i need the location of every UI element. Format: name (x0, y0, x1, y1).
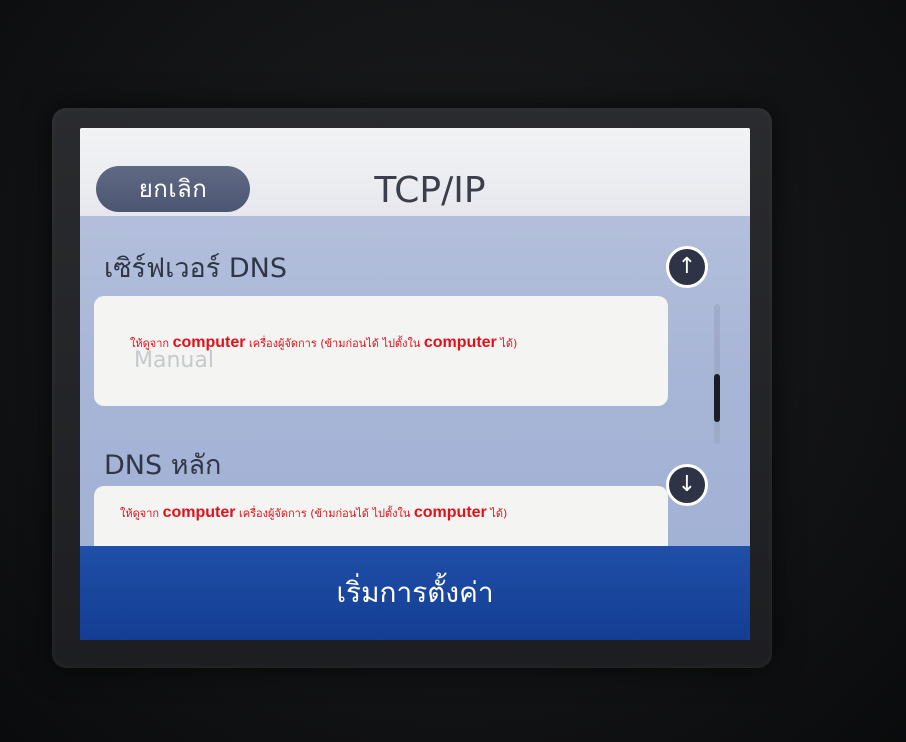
annotation-bold: computer (172, 334, 246, 351)
annotation-prefix: ให้ดูจาก (120, 507, 160, 520)
arrow-up-icon: ↑ (677, 254, 697, 279)
annotation-middle: เครื่องผู้จัดการ (ข้ามก่อนได้ ไปตั้งใน (248, 337, 421, 350)
page-title: TCP/IP (374, 170, 486, 211)
settings-list: เซิร์ฟเวอร์ DNS Manual ให้ดูจาก computer… (80, 216, 750, 556)
annotation-bold: computer (423, 334, 497, 351)
primary-dns-label: DNS หลัก (104, 450, 222, 481)
annotation-suffix: ได้) (500, 337, 518, 350)
handwritten-annotation: ให้ดูจาก computer เครื่องผู้จัดการ (ข้าม… (120, 504, 507, 522)
annotation-bold: computer (413, 504, 487, 521)
header-bar: ยกเลิก TCP/IP (80, 128, 750, 216)
annotation-bold: computer (162, 504, 236, 521)
handwritten-annotation: ให้ดูจาก computer เครื่องผู้จัดการ (ข้าม… (130, 334, 517, 352)
annotation-prefix: ให้ดูจาก (130, 337, 170, 350)
annotation-middle: เครื่องผู้จัดการ (ข้ามก่อนได้ ไปตั้งใน (238, 507, 411, 520)
lcd-screen: ยกเลิก TCP/IP เซิร์ฟเวอร์ DNS Manual ให้… (80, 128, 750, 640)
scrollbar-thumb[interactable] (714, 374, 720, 422)
dns-server-label: เซิร์ฟเวอร์ DNS (104, 253, 287, 284)
scrollbar-track[interactable] (714, 304, 720, 444)
arrow-down-icon: ↓ (677, 472, 697, 497)
scroll-up-button[interactable]: ↑ (666, 246, 708, 288)
cancel-button[interactable]: ยกเลิก (96, 166, 250, 212)
scroll-down-button[interactable]: ↓ (666, 464, 708, 506)
start-setup-button[interactable]: เริ่มการตั้งค่า (80, 546, 750, 640)
annotation-suffix: ได้) (490, 507, 508, 520)
dns-server-value-field[interactable]: Manual ให้ดูจาก computer เครื่องผู้จัดกา… (94, 296, 668, 406)
